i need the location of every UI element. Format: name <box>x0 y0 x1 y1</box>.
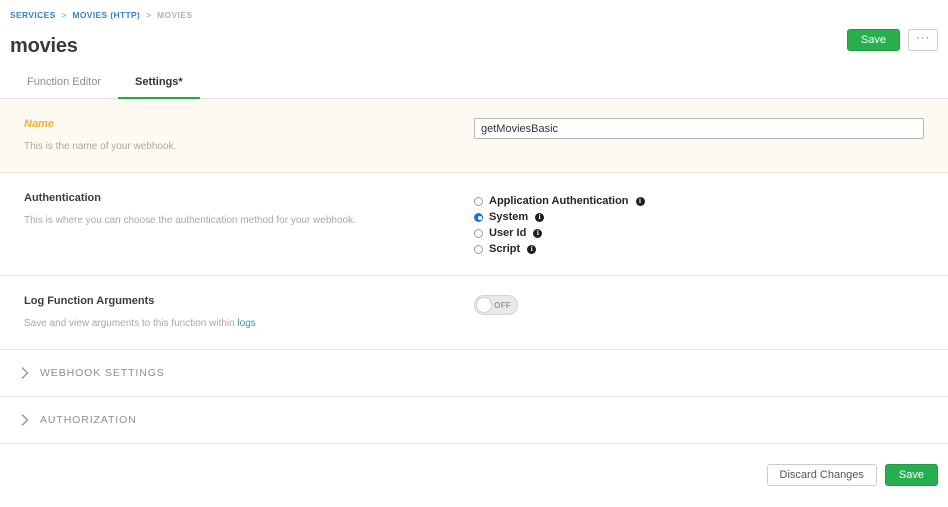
radio-system[interactable]: System i <box>474 209 938 225</box>
info-icon[interactable]: i <box>527 244 537 254</box>
toggle-knob <box>476 297 492 313</box>
radio-label: Application Authentication <box>489 195 629 207</box>
chevron-right-icon <box>18 366 32 380</box>
breadcrumb-item-movies-http[interactable]: MOVIES (HTTP) <box>72 10 140 20</box>
info-icon[interactable]: i <box>535 212 545 222</box>
section-log-left: Log Function Arguments Save and view arg… <box>24 294 474 331</box>
collapsible-title: AUTHORIZATION <box>40 413 137 426</box>
radio-mark-icon[interactable] <box>474 244 483 254</box>
save-button-top[interactable]: Save <box>846 29 900 51</box>
radio-mark-icon[interactable] <box>474 196 483 206</box>
authentication-field-label: Authentication <box>24 192 101 204</box>
section-log-function-arguments: Log Function Arguments Save and view arg… <box>0 276 948 350</box>
discard-changes-button[interactable]: Discard Changes <box>766 464 877 486</box>
section-log-right: OFF <box>474 294 938 331</box>
page-header: SERVICES > MOVIES (HTTP) > MOVIES movies… <box>0 0 948 68</box>
tab-bar: Function Editor Settings* <box>0 68 948 99</box>
log-arguments-toggle[interactable]: OFF <box>474 295 518 315</box>
breadcrumb-separator: > <box>61 10 67 20</box>
log-arguments-label: Log Function Arguments <box>24 295 155 307</box>
section-name-right <box>474 117 938 154</box>
radio-mark-icon[interactable] <box>474 212 483 222</box>
toggle-state-label: OFF <box>494 300 511 310</box>
logs-link[interactable]: logs <box>237 318 255 329</box>
chevron-right-icon <box>18 413 32 427</box>
breadcrumb-item-current: MOVIES <box>157 10 193 20</box>
save-button-bottom[interactable]: Save <box>884 464 938 486</box>
section-name-left: Name This is the name of your webhook. <box>24 117 474 154</box>
breadcrumb: SERVICES > MOVIES (HTTP) > MOVIES <box>10 9 948 21</box>
section-authentication-left: Authentication This is where you can cho… <box>24 191 474 257</box>
radio-script[interactable]: Script i <box>474 241 938 257</box>
header-actions: Save ··· <box>846 29 938 51</box>
section-authentication: Authentication This is where you can cho… <box>0 173 948 276</box>
breadcrumb-item-services[interactable]: SERVICES <box>10 10 56 20</box>
log-arguments-description: Save and view arguments to this function… <box>24 317 474 331</box>
radio-user-id[interactable]: User Id i <box>474 225 938 241</box>
info-icon[interactable]: i <box>635 196 645 206</box>
name-input[interactable] <box>474 118 924 139</box>
name-field-description: This is the name of your webhook. <box>24 141 177 152</box>
more-options-button[interactable]: ··· <box>908 29 938 51</box>
radio-application-authentication[interactable]: Application Authentication i <box>474 193 938 209</box>
collapsible-webhook-settings[interactable]: WEBHOOK SETTINGS <box>0 350 948 397</box>
info-icon[interactable]: i <box>533 228 543 238</box>
section-authentication-right: Application Authentication i System i Us… <box>474 191 938 257</box>
settings-page: SERVICES > MOVIES (HTTP) > MOVIES movies… <box>0 0 948 507</box>
section-name: Name This is the name of your webhook. <box>0 99 948 173</box>
radio-label: Script <box>489 243 521 255</box>
breadcrumb-separator: > <box>145 10 152 20</box>
authentication-field-description: This is where you can choose the authent… <box>24 215 356 226</box>
footer-actions: Discard Changes Save <box>0 444 948 486</box>
tab-function-editor[interactable]: Function Editor <box>10 76 118 98</box>
name-field-label: Name <box>24 118 54 130</box>
tab-settings[interactable]: Settings* <box>117 76 200 99</box>
radio-mark-icon[interactable] <box>474 228 483 238</box>
collapsible-authorization[interactable]: AUTHORIZATION <box>0 397 948 444</box>
authentication-radio-group: Application Authentication i System i Us… <box>474 193 938 257</box>
radio-label: User Id <box>489 227 527 239</box>
page-title: movies <box>10 35 78 57</box>
collapsible-title: WEBHOOK SETTINGS <box>40 366 165 379</box>
log-arguments-description-text: Save and view arguments to this function… <box>24 318 238 329</box>
radio-label: System <box>489 211 529 223</box>
